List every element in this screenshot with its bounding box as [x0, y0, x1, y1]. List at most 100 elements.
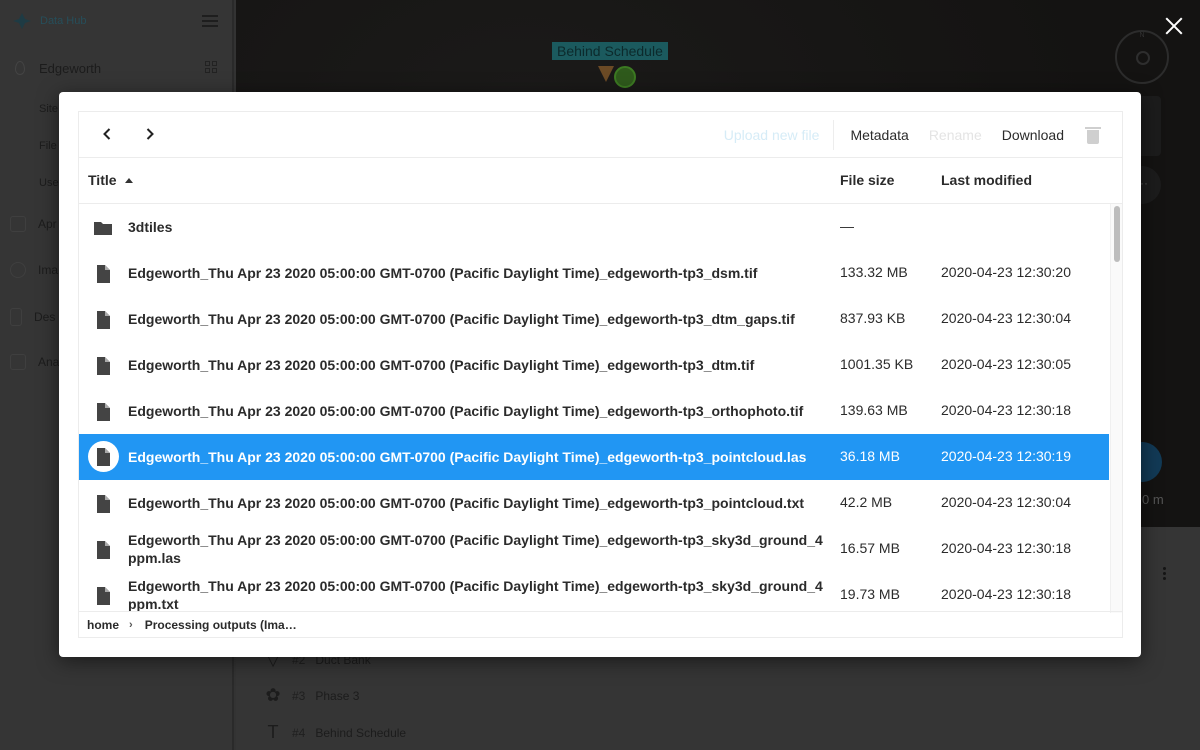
annotation-number: #3 — [292, 688, 306, 703]
file-size: 36.18 MB — [840, 448, 900, 464]
file-name: Edgeworth_Thu Apr 23 2020 05:00:00 GMT-0… — [128, 578, 823, 612]
download-button[interactable]: Download — [992, 127, 1074, 143]
project-selector[interactable]: Edgeworth — [0, 52, 232, 84]
file-last-modified: 2020-04-23 12:30:18 — [941, 586, 1071, 602]
text-icon: T — [267, 722, 279, 742]
sidebar-item-label: Ana — [38, 355, 60, 369]
rename-button[interactable]: Rename — [919, 127, 992, 143]
image-icon — [10, 262, 26, 278]
file-icon — [93, 264, 113, 284]
chevron-right-icon — [146, 128, 154, 140]
sidebar-item-approvals[interactable]: Apr — [10, 216, 57, 232]
file-icon — [93, 402, 113, 422]
breadcrumb: home › Processing outputs (Ima… — [79, 611, 1122, 637]
brand[interactable]: Data Hub — [12, 12, 86, 30]
file-icon — [93, 586, 113, 606]
file-last-modified: 2020-04-23 12:30:04 — [941, 310, 1071, 326]
close-icon[interactable] — [1162, 14, 1186, 38]
logo-icon — [13, 13, 31, 29]
sidebar-item-label: Apr — [38, 217, 57, 231]
file-row[interactable]: Edgeworth_Thu Apr 23 2020 05:00:00 GMT-0… — [79, 250, 1109, 296]
scrollbar-thumb[interactable] — [1114, 206, 1120, 262]
column-header-last-modified[interactable]: Last modified — [941, 172, 1032, 188]
file-name: Edgeworth_Thu Apr 23 2020 05:00:00 GMT-0… — [128, 265, 758, 281]
file-list: 3dtiles — Edgeworth_Thu Apr 23 2020 05:00:… — [79, 204, 1109, 613]
file-icon — [93, 356, 113, 376]
sidebar-item-images[interactable]: Ima — [10, 262, 58, 278]
file-name: Edgeworth_Thu Apr 23 2020 05:00:00 GMT-0… — [128, 532, 823, 566]
file-size: 42.2 MB — [840, 494, 893, 510]
annotation-number: #4 — [292, 725, 306, 740]
file-last-modified: 2020-04-23 12:30:18 — [941, 540, 1071, 556]
file-name: Edgeworth_Thu Apr 23 2020 05:00:00 GMT-0… — [128, 495, 805, 511]
breadcrumb-current-folder[interactable]: Processing outputs (Ima… — [145, 618, 297, 632]
file-row[interactable]: Edgeworth_Thu Apr 23 2020 05:00:00 GMT-0… — [79, 388, 1109, 434]
column-title-label: Title — [88, 172, 117, 188]
folder-row[interactable]: 3dtiles — — [79, 204, 1109, 250]
file-browser-dialog: Upload new file Metadata Rename Download… — [59, 92, 1141, 657]
file-row[interactable]: Edgeworth_Thu Apr 23 2020 05:00:00 GMT-0… — [79, 480, 1109, 526]
breadcrumb-home[interactable]: home — [87, 618, 119, 632]
forward-button[interactable] — [140, 124, 160, 144]
column-header-title[interactable]: Title — [88, 172, 133, 188]
more-options-icon[interactable] — [1163, 567, 1166, 580]
toolbar-divider — [833, 120, 835, 150]
file-row[interactable]: Edgeworth_Thu Apr 23 2020 05:00:00 GMT-0… — [79, 572, 1109, 613]
brand-name: Data Hub — [40, 15, 87, 27]
back-button[interactable] — [97, 124, 117, 144]
map-marker-triangle-icon[interactable] — [598, 66, 614, 82]
analytics-icon — [10, 354, 26, 370]
sort-ascending-icon — [124, 177, 133, 183]
file-browser: Upload new file Metadata Rename Download… — [78, 111, 1123, 638]
file-last-modified: 2020-04-23 12:30:20 — [941, 264, 1071, 280]
file-name: Edgeworth_Thu Apr 23 2020 05:00:00 GMT-0… — [128, 449, 807, 465]
calendar-icon — [10, 216, 26, 232]
file-name: Edgeworth_Thu Apr 23 2020 05:00:00 GMT-0… — [128, 357, 755, 373]
selected-indicator — [88, 441, 119, 472]
file-icon — [93, 494, 113, 514]
file-icon — [93, 447, 113, 467]
column-header-file-size[interactable]: File size — [840, 172, 894, 188]
upload-new-file-button[interactable]: Upload new file — [714, 127, 834, 143]
delete-trash-icon[interactable] — [1085, 126, 1101, 144]
project-name: Edgeworth — [39, 60, 102, 76]
folder-icon — [93, 218, 113, 238]
sidebar-item-label: Ima — [38, 263, 59, 277]
file-row[interactable]: Edgeworth_Thu Apr 23 2020 05:00:00 GMT-0… — [79, 526, 1109, 572]
compass-north-label: N — [1139, 32, 1145, 39]
breadcrumb-chevron-icon: › — [129, 618, 133, 631]
file-row[interactable]: Edgeworth_Thu Apr 23 2020 05:00:00 GMT-0… — [79, 434, 1109, 480]
file-size: 16.57 MB — [840, 540, 900, 556]
sidebar-subitem-site[interactable]: Site — [39, 103, 58, 115]
sidebar-item-label: Des — [34, 310, 56, 324]
file-size: — — [840, 218, 854, 234]
toolbar-actions: Upload new file Metadata Rename Download — [714, 112, 1122, 158]
file-last-modified: 2020-04-23 12:30:04 — [941, 494, 1071, 510]
file-row[interactable]: Edgeworth_Thu Apr 23 2020 05:00:00 GMT-0… — [79, 342, 1109, 388]
file-list-scrollbar[interactable] — [1110, 204, 1122, 613]
annotation-item[interactable]: T #4 Behind Schedule — [264, 722, 407, 743]
table-header: Title File size Last modified — [79, 158, 1122, 204]
file-row[interactable]: Edgeworth_Thu Apr 23 2020 05:00:00 GMT-0… — [79, 296, 1109, 342]
sidebar-subitem-files[interactable]: File — [39, 140, 57, 152]
file-size: 837.93 KB — [840, 310, 906, 326]
sidebar-item-analytics[interactable]: Ana — [10, 354, 59, 370]
sidebar-item-designs[interactable]: Des — [10, 308, 55, 326]
chevron-left-icon — [103, 128, 111, 140]
file-icon — [93, 310, 113, 330]
sidebar-subitem-users[interactable]: Use — [39, 177, 59, 189]
compass-icon[interactable]: N — [1115, 30, 1169, 84]
polygon-icon: ✿ — [265, 685, 281, 705]
annotation-label: Behind Schedule — [315, 725, 407, 740]
metadata-button[interactable]: Metadata — [840, 127, 918, 143]
file-name: 3dtiles — [128, 219, 173, 235]
file-size: 1001.35 KB — [840, 356, 914, 372]
annotation-item[interactable]: ✿ #3 Phase 3 — [264, 685, 359, 706]
annotation-label: Phase 3 — [315, 688, 360, 703]
apps-grid-icon[interactable] — [205, 61, 217, 73]
location-pin-icon — [15, 61, 25, 75]
file-icon — [93, 540, 113, 560]
map-marker-circle-icon[interactable] — [614, 66, 636, 88]
hamburger-menu-icon[interactable] — [202, 15, 218, 27]
map-annotation-label[interactable]: Behind Schedule — [552, 42, 668, 60]
